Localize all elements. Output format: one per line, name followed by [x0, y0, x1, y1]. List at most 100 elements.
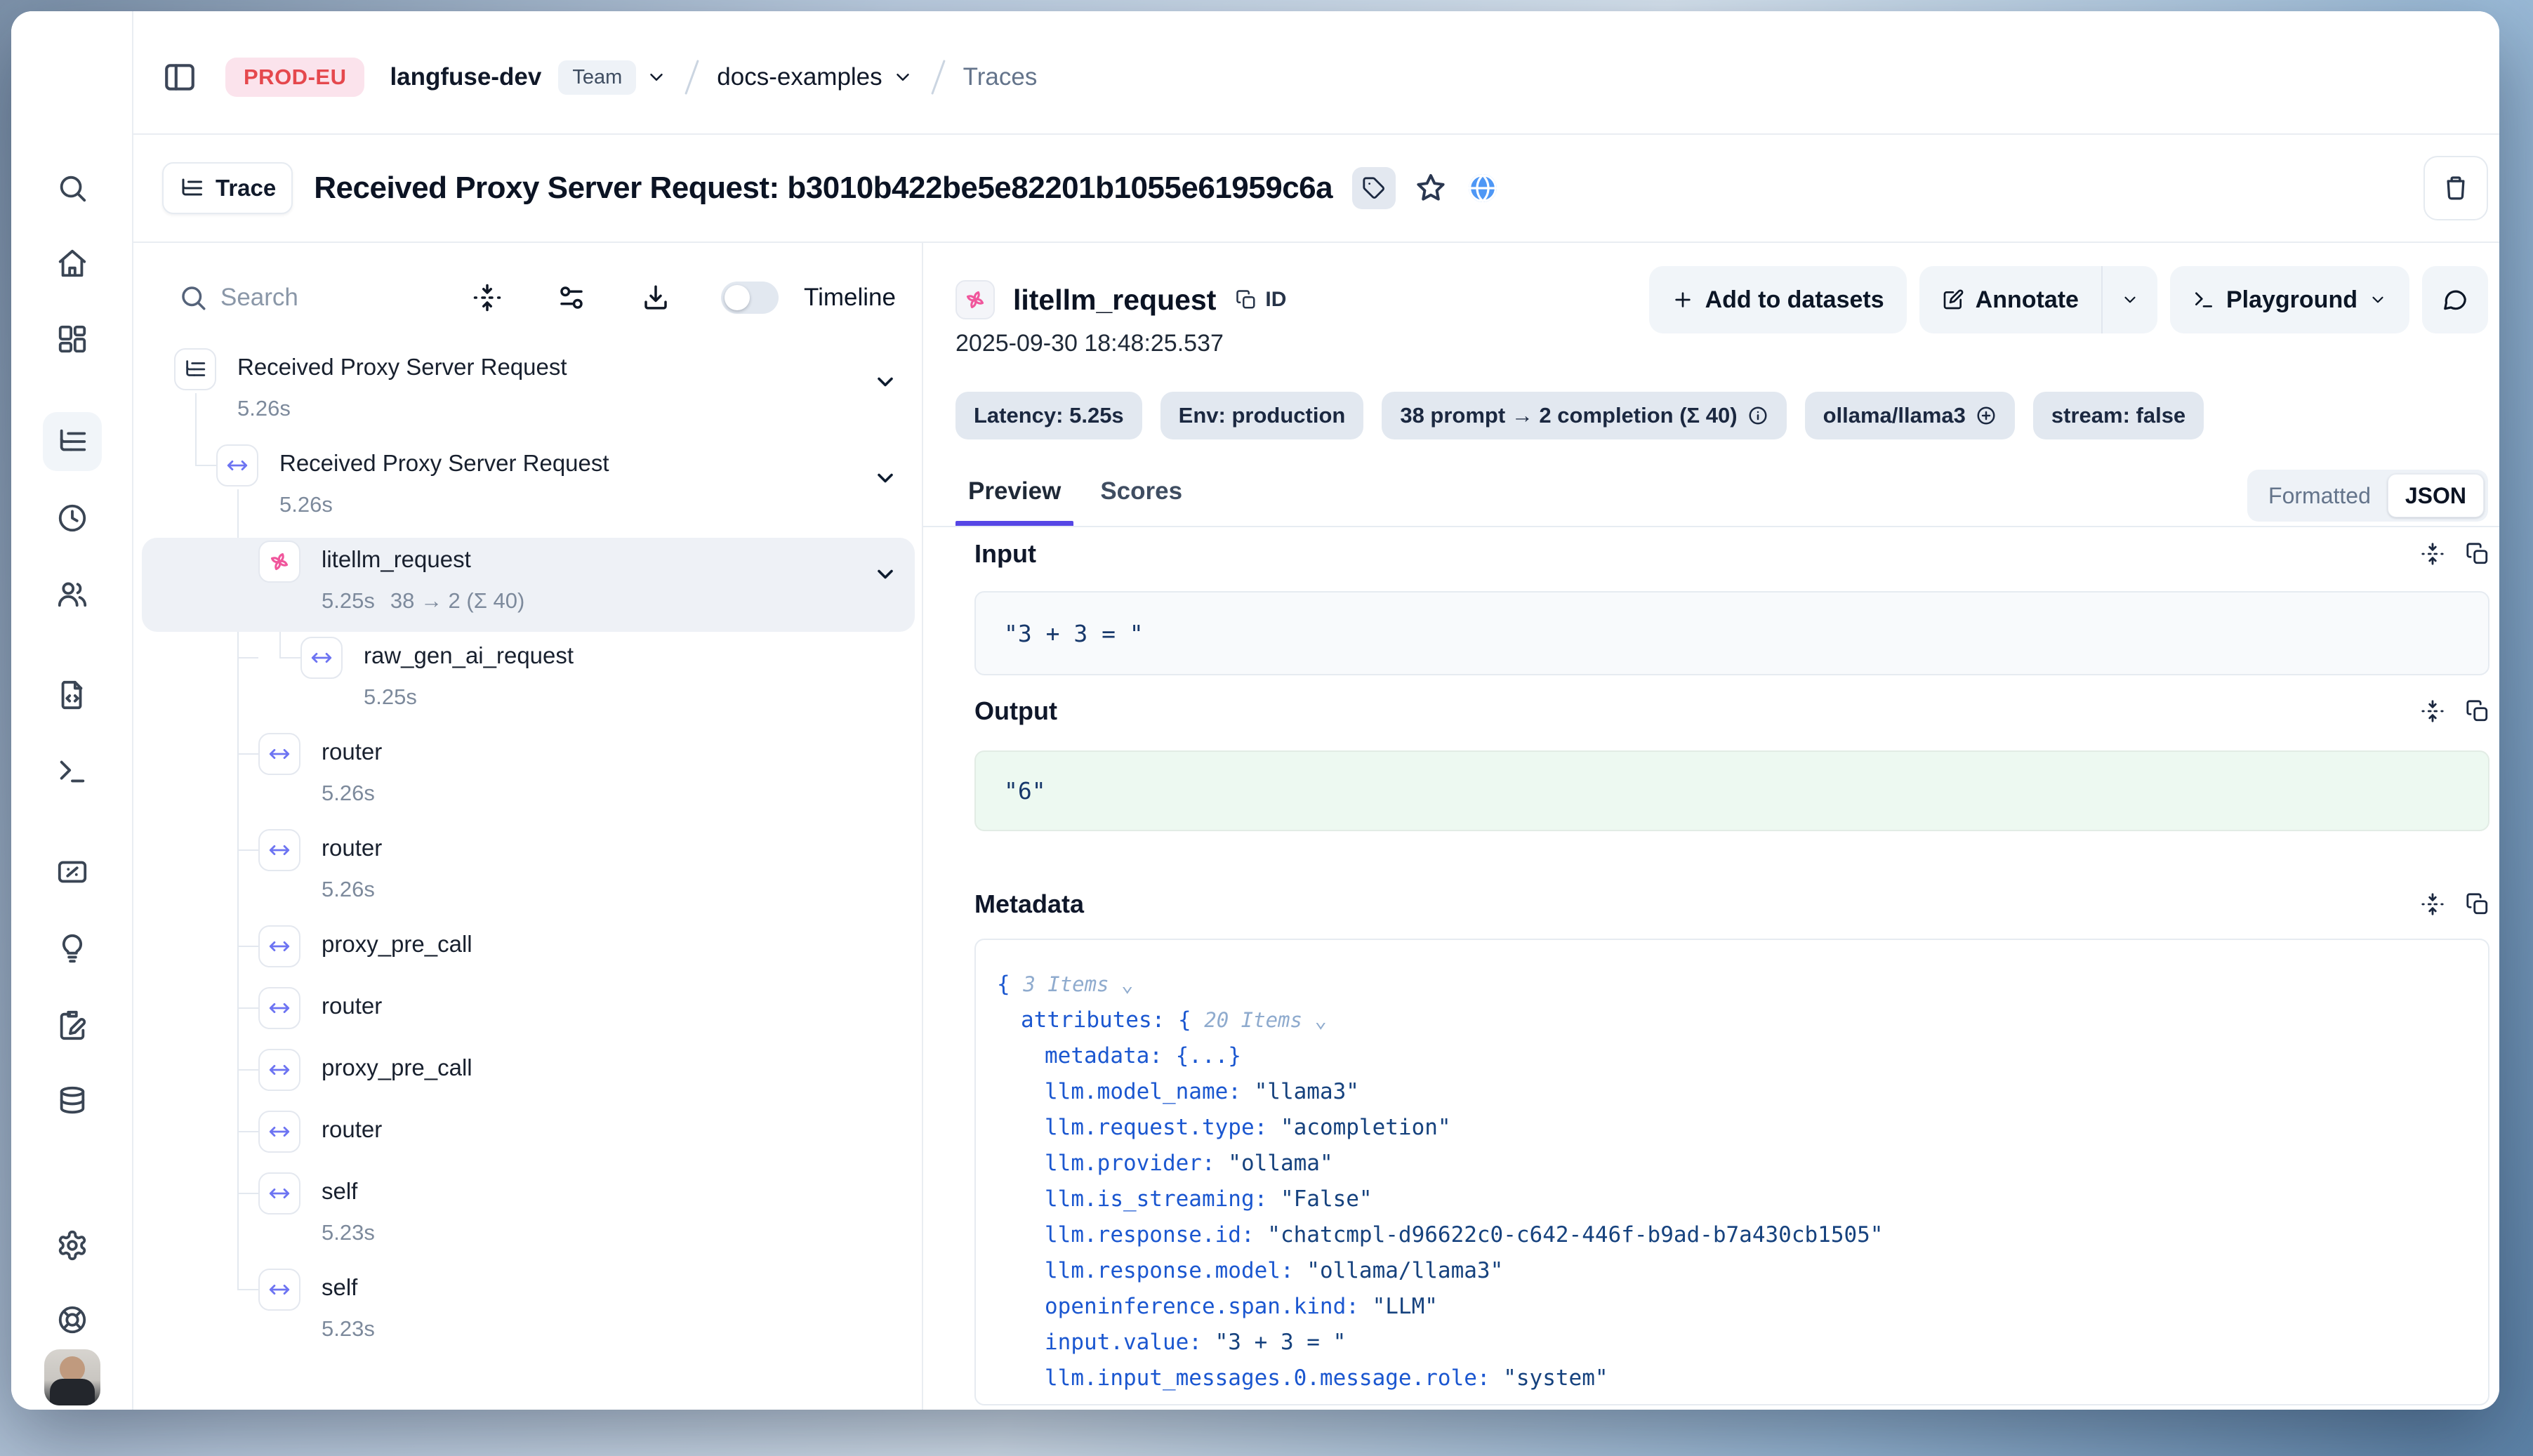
scores-icon[interactable]	[43, 842, 102, 901]
tree-row[interactable]: proxy_pre_call	[133, 1046, 922, 1108]
observation-type-icon	[258, 1269, 300, 1311]
home-icon[interactable]	[43, 234, 102, 293]
tab-preview[interactable]: Preview	[955, 454, 1073, 527]
support-lifebuoy-icon[interactable]	[43, 1290, 102, 1349]
annotate-dropdown-chevron-icon[interactable]	[2103, 266, 2157, 333]
datasets-database-icon[interactable]	[43, 1071, 102, 1130]
timeline-label: Timeline	[804, 284, 896, 312]
copy-icon[interactable]	[2466, 542, 2489, 566]
json-line: metadata: {...}	[1045, 1038, 2467, 1074]
add-to-datasets-button[interactable]: Add to datasets	[1649, 266, 1907, 333]
detail-tabs: PreviewScores	[955, 454, 1195, 527]
org-chevron-down-icon[interactable]	[646, 67, 667, 88]
terminal-icon	[2193, 289, 2215, 311]
collapse-section-icon[interactable]	[2421, 699, 2445, 723]
tree-row[interactable]: self 5.23s	[133, 1266, 922, 1362]
tracing-icon[interactable]	[43, 412, 102, 471]
tree-settings-icon[interactable]	[557, 283, 586, 312]
tree-row[interactable]: Received Proxy Server Request 5.26s	[133, 345, 922, 442]
panel-toggle-icon[interactable]	[162, 60, 197, 95]
desktop: { "theme": { "accent": "#5646e5", "key_b…	[0, 0, 2533, 1456]
chevron-down-icon[interactable]	[873, 562, 898, 587]
prompts-file-code-icon[interactable]	[43, 666, 102, 724]
observation-type-icon	[258, 1111, 300, 1153]
json-line: { 3 Items ⌄	[997, 967, 2467, 1002]
users-icon[interactable]	[43, 564, 102, 623]
tag-icon[interactable]	[1352, 167, 1396, 209]
view-toggle-option[interactable]: JSON	[2388, 474, 2484, 517]
observation-type-icon	[258, 1049, 300, 1091]
view-format-toggle: FormattedJSON	[2247, 470, 2488, 522]
annotation-clipboard-icon[interactable]	[43, 995, 102, 1054]
observation-type-icon	[258, 829, 300, 871]
litellm-pinwheel-icon	[955, 280, 995, 319]
json-expand-chevron-icon[interactable]: ⌄	[1121, 972, 1133, 996]
observation-tree-panel: Timeline Received Proxy Server Request 5…	[133, 243, 923, 1410]
observation-type-icon	[258, 733, 300, 775]
project-chevron-down-icon[interactable]	[892, 67, 913, 88]
comment-button[interactable]	[2422, 266, 2488, 333]
dashboard-icon[interactable]	[43, 310, 102, 369]
download-icon[interactable]	[641, 283, 670, 312]
globe-icon[interactable]	[1466, 171, 1500, 205]
tree-row[interactable]: router	[133, 984, 922, 1046]
view-toggle-option[interactable]: Formatted	[2251, 474, 2388, 517]
evals-lightbulb-icon[interactable]	[43, 919, 102, 978]
playground-button[interactable]: Playground	[2170, 266, 2409, 333]
search-icon	[178, 283, 208, 312]
trace-title: Received Proxy Server Request: b3010b422…	[314, 171, 1332, 206]
delete-trace-button[interactable]	[2423, 156, 2488, 220]
tree-row[interactable]: raw_gen_ai_request 5.25s	[133, 634, 922, 730]
json-line: llm.input_messages.0.message.content: "Y…	[1045, 1396, 2467, 1405]
copy-id-button[interactable]: ID	[1236, 288, 1286, 312]
project-name[interactable]: docs-examples	[717, 63, 882, 91]
star-icon[interactable]	[1414, 171, 1448, 205]
json-line: llm.model_name: "llama3"	[1045, 1074, 2467, 1110]
json-line: llm.is_streaming: "False"	[1045, 1182, 2467, 1217]
collapse-section-icon[interactable]	[2421, 892, 2445, 916]
tree-row[interactable]: self 5.23s	[133, 1170, 922, 1266]
plus-circle-icon[interactable]	[1976, 405, 1997, 426]
tab-scores[interactable]: Scores	[1087, 454, 1195, 527]
observation-type-icon	[258, 541, 300, 583]
metadata-heading: Metadata	[974, 889, 1084, 919]
input-heading: Input	[974, 539, 1036, 569]
section-name[interactable]: Traces	[963, 63, 1038, 91]
tree-row[interactable]: proxy_pre_call	[133, 922, 922, 984]
json-line: llm.request.type: "acompletion"	[1045, 1110, 2467, 1146]
collapse-all-icon[interactable]	[472, 283, 502, 312]
tree-row[interactable]: Received Proxy Server Request 5.26s	[133, 442, 922, 538]
sessions-clock-icon[interactable]	[43, 489, 102, 548]
copy-icon[interactable]	[2466, 699, 2489, 723]
copy-icon[interactable]	[2466, 892, 2489, 916]
tree-row[interactable]: litellm_request 5.25s38 → 2 (Σ 40)	[133, 538, 922, 634]
search-input[interactable]	[220, 284, 452, 312]
status-badge: Env: production	[1160, 392, 1364, 439]
chevron-down-icon[interactable]	[873, 369, 898, 395]
app-window: PROD-EU langfuse-dev Team docs-examples …	[11, 11, 2499, 1410]
playground-terminal-icon[interactable]	[43, 742, 102, 801]
annotate-split-button: Annotate	[1919, 266, 2157, 333]
tree-row[interactable]: router 5.26s	[133, 826, 922, 922]
org-name[interactable]: langfuse-dev	[390, 63, 541, 91]
copy-icon	[1236, 289, 1257, 310]
json-expand-chevron-icon[interactable]: ⌄	[1314, 1008, 1326, 1032]
search-icon[interactable]	[43, 159, 102, 218]
collapse-section-icon[interactable]	[2421, 542, 2445, 566]
settings-gear-icon[interactable]	[43, 1216, 102, 1275]
observation-badges: Latency: 5.25s Env: production 38 prompt…	[955, 392, 2204, 439]
comment-icon	[2442, 286, 2468, 313]
observation-timestamp: 2025-09-30 18:48:25.537	[955, 330, 1224, 357]
json-line: llm.input_messages.0.message.role: "syst…	[1045, 1361, 2467, 1396]
avatar[interactable]	[44, 1349, 100, 1405]
annotate-button[interactable]: Annotate	[1919, 266, 2101, 333]
status-badge: 38 prompt → 2 completion (Σ 40)	[1382, 392, 1786, 439]
chevron-down-icon[interactable]	[873, 465, 898, 491]
observation-title: litellm_request	[1013, 284, 1216, 317]
tree-row[interactable]: router	[133, 1108, 922, 1170]
trace-tree-icon	[179, 176, 204, 201]
info-icon[interactable]	[1747, 405, 1768, 426]
timeline-toggle[interactable]	[721, 282, 779, 314]
tree-row[interactable]: router 5.26s	[133, 730, 922, 826]
json-line: attributes: { 20 Items ⌄	[1021, 1002, 2467, 1038]
